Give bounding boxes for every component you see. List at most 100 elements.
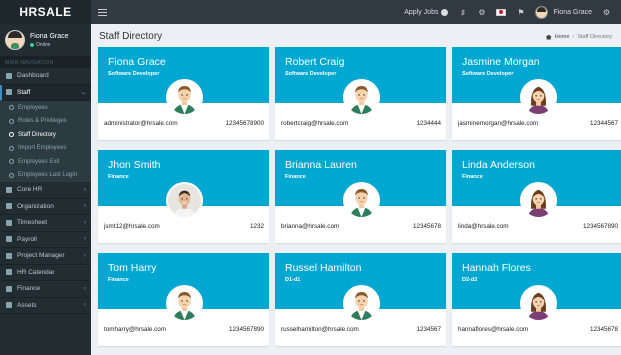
staff-phone: 12344567 xyxy=(589,120,618,127)
staff-card[interactable]: Robert Craig Software Developer robertcra… xyxy=(275,47,446,140)
male-cartoon-avatar xyxy=(343,182,380,219)
card-footer: linda@hrsale.com 1234567890 xyxy=(452,223,621,230)
staff-name[interactable]: Russel Hamilton xyxy=(285,262,446,274)
chevron-left-icon: ‹ xyxy=(84,252,86,259)
sidebar-item-finance[interactable]: Finance ‹ xyxy=(0,281,91,298)
chevron-left-icon: ‹ xyxy=(84,203,86,210)
sidebar-subitem-employees[interactable]: Employees xyxy=(0,101,91,115)
staff-name[interactable]: Robert Craig xyxy=(285,56,446,68)
staff-card[interactable]: Fiona Grace Software Developer administra… xyxy=(98,47,269,140)
staff-name[interactable]: Jhon Smith xyxy=(108,159,269,171)
chevron-left-icon: ‹ xyxy=(84,285,86,292)
sidebar-subitem-label: Employees Exit xyxy=(18,158,60,165)
sidebar-subitem-last-login[interactable]: Employees Last Login xyxy=(0,169,91,183)
sidebar: Fiona Grace Online MAIN NAVIGATION Dashb… xyxy=(0,24,91,355)
staff-card[interactable]: Russel Hamilton D1-d1 russelhamilton@hrsa… xyxy=(275,253,446,346)
sidebar-item-label: Dashboard xyxy=(17,72,49,80)
avatar xyxy=(535,5,549,19)
card-footer: brianna@hrsale.com 12345678 xyxy=(275,223,446,230)
sidebar-item-staff[interactable]: Staff ⌄ xyxy=(0,84,91,101)
staff-name[interactable]: Tom Harry xyxy=(108,262,269,274)
sidebar-item-project-manager[interactable]: Project Manager ‹ xyxy=(0,248,91,265)
top-bar: HRSALE Apply Jobs ♯ ⚙ ⚑ Fiona Grace ⚙ xyxy=(0,0,621,24)
box-icon xyxy=(6,302,12,309)
sidebar-subitem-label: Staff Directory xyxy=(18,131,56,138)
navbar: Apply Jobs ♯ ⚙ ⚑ Fiona Grace ⚙ xyxy=(91,0,621,24)
staff-role: Finance xyxy=(108,174,129,180)
staff-phone: 12345678 xyxy=(412,223,441,230)
card-footer: administrator@hrsale.com 12345678900 xyxy=(98,120,269,127)
circle-icon xyxy=(9,159,14,165)
staff-phone: 1232 xyxy=(249,223,264,230)
breadcrumb-separator: › xyxy=(572,34,575,40)
sidebar-item-timesheet[interactable]: Timesheet ‹ xyxy=(0,215,91,232)
staff-card[interactable]: Jhon Smith Finance jsmt12@hrsale.com 1232 xyxy=(98,150,269,243)
main-content: Staff Directory Home › Staff Directory F… xyxy=(91,24,621,355)
sidebar-item-label: Organization xyxy=(17,202,54,210)
settings-icon[interactable]: ⚙ xyxy=(602,8,611,17)
staff-name[interactable]: Brianna Lauren xyxy=(285,159,446,171)
sidebar-item-label: Core HR xyxy=(17,186,43,194)
card-footer: robertcraig@hrsale.com 1234444 xyxy=(275,120,446,127)
staff-name[interactable]: Fiona Grace xyxy=(108,56,269,68)
money-icon xyxy=(6,236,12,243)
card-footer: russelhamilton@hrsale.com 1234567 xyxy=(275,326,446,333)
sidebar-item-payroll[interactable]: Payroll ‹ xyxy=(0,232,91,248)
sidebar-item-core-hr[interactable]: Core HR ‹ xyxy=(0,182,91,199)
photo-avatar xyxy=(166,182,203,219)
staff-role: D2-d2 xyxy=(462,277,478,283)
bell-icon[interactable]: ♯ xyxy=(458,8,467,17)
sidebar-item-label: Staff xyxy=(17,88,31,96)
staff-phone: 1234567890 xyxy=(228,326,264,333)
user-menu[interactable]: Fiona Grace xyxy=(535,5,592,19)
app-logo[interactable]: HRSALE xyxy=(0,0,91,24)
circle-icon xyxy=(9,172,14,178)
user-panel: Fiona Grace Online xyxy=(0,24,91,56)
sidebar-subitem-exit[interactable]: Employees Exit xyxy=(0,155,91,169)
sidebar-item-label: Assets xyxy=(17,301,37,309)
staff-role: Software Developer xyxy=(462,71,514,77)
sidebar-item-dashboard[interactable]: Dashboard xyxy=(0,68,91,85)
staff-email: tomharry@hrsale.com xyxy=(104,326,167,333)
staff-card[interactable]: Brianna Lauren Finance brianna@hrsale.com… xyxy=(275,150,446,243)
circle-icon xyxy=(9,145,14,151)
chevron-left-icon: ‹ xyxy=(84,219,86,226)
staff-name[interactable]: Jasmine Morgan xyxy=(462,56,621,68)
staff-card[interactable]: Jasmine Morgan Software Developer jasmine… xyxy=(452,47,621,140)
flag-icon[interactable]: ⚑ xyxy=(516,8,525,17)
card-footer: hannaflores@hrsale.com 12345678 xyxy=(452,326,621,333)
arrow-circle-icon xyxy=(441,8,449,16)
staff-name[interactable]: Linda Anderson xyxy=(462,159,621,171)
calendar-icon xyxy=(6,269,12,276)
sidebar-subitem-import[interactable]: Import Employees xyxy=(0,142,91,156)
breadcrumb-home[interactable]: Home xyxy=(555,34,570,40)
sidebar-item-organization[interactable]: Organization ‹ xyxy=(0,199,91,215)
staff-name[interactable]: Hannah Flores xyxy=(462,262,621,274)
staff-role: Finance xyxy=(108,277,129,283)
staff-email: linda@hrsale.com xyxy=(458,223,509,230)
staff-card[interactable]: Tom Harry Finance tomharry@hrsale.com 1234… xyxy=(98,253,269,346)
japan-flag-icon[interactable] xyxy=(496,8,507,16)
staff-phone: 1234444 xyxy=(416,120,441,127)
sidebar-user-name: Fiona Grace xyxy=(30,32,69,40)
sidebar-item-hr-calendar[interactable]: HR Calendar xyxy=(0,265,91,281)
bank-icon xyxy=(6,285,12,292)
sidebar-subitem-label: Employees Last Login xyxy=(18,172,78,179)
gear-icon[interactable]: ⚙ xyxy=(477,8,486,17)
chevron-left-icon: ‹ xyxy=(84,302,86,309)
staff-phone: 12345678 xyxy=(589,326,618,333)
staff-role: Software Developer xyxy=(285,71,337,77)
sidebar-subitem-roles[interactable]: Roles & Privileges xyxy=(0,115,91,129)
menu-icon[interactable] xyxy=(98,8,107,16)
sidebar-subitem-staff-directory[interactable]: Staff Directory xyxy=(0,128,91,142)
male-cartoon-avatar xyxy=(166,79,203,116)
staff-email: robertcraig@hrsale.com xyxy=(281,120,349,127)
breadcrumb: Home › Staff Directory xyxy=(545,34,612,40)
female-cartoon-avatar xyxy=(520,182,557,219)
sidebar-subitem-label: Import Employees xyxy=(18,145,67,152)
staff-card[interactable]: Linda Anderson Finance linda@hrsale.com 12… xyxy=(452,150,621,243)
staff-card[interactable]: Hannah Flores D2-d2 hannaflores@hrsale.co… xyxy=(452,253,621,346)
breadcrumb-current: Staff Directory xyxy=(577,34,612,40)
apply-jobs-link[interactable]: Apply Jobs xyxy=(404,8,449,16)
sidebar-item-assets[interactable]: Assets ‹ xyxy=(0,298,91,314)
